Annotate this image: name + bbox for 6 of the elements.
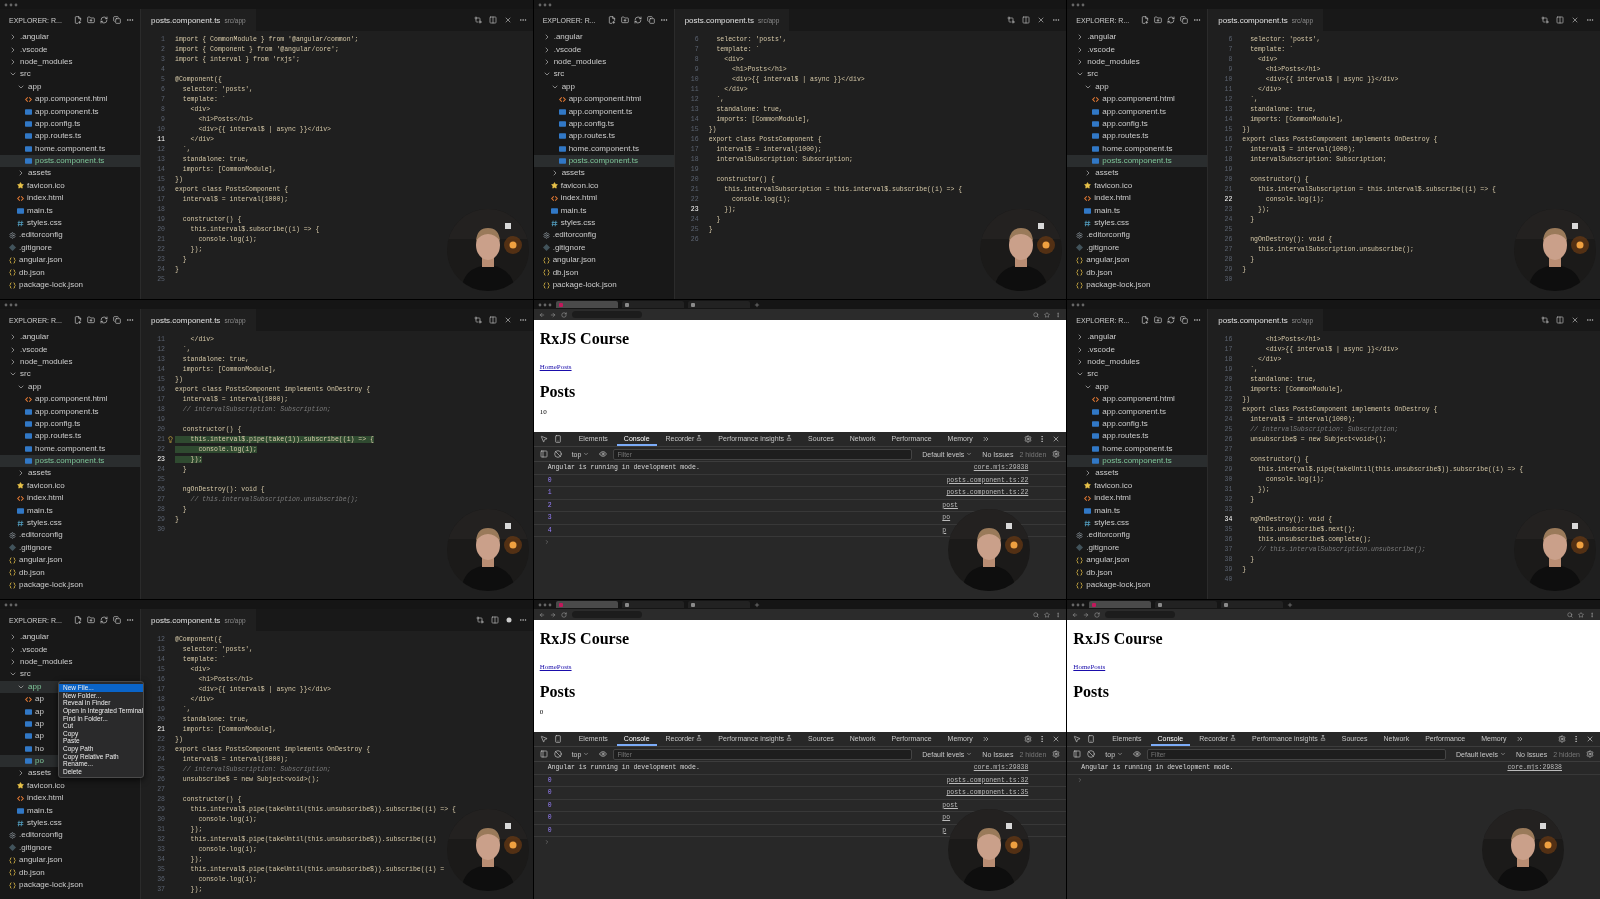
page-title: RxJS Course bbox=[539, 630, 629, 648]
page-heading: Posts bbox=[539, 383, 576, 401]
page-title: RxJS Course bbox=[539, 330, 629, 348]
page-heading: Posts bbox=[1073, 683, 1109, 701]
page-heading: Posts bbox=[539, 683, 576, 701]
page-title: RxJS Course bbox=[1073, 630, 1163, 648]
